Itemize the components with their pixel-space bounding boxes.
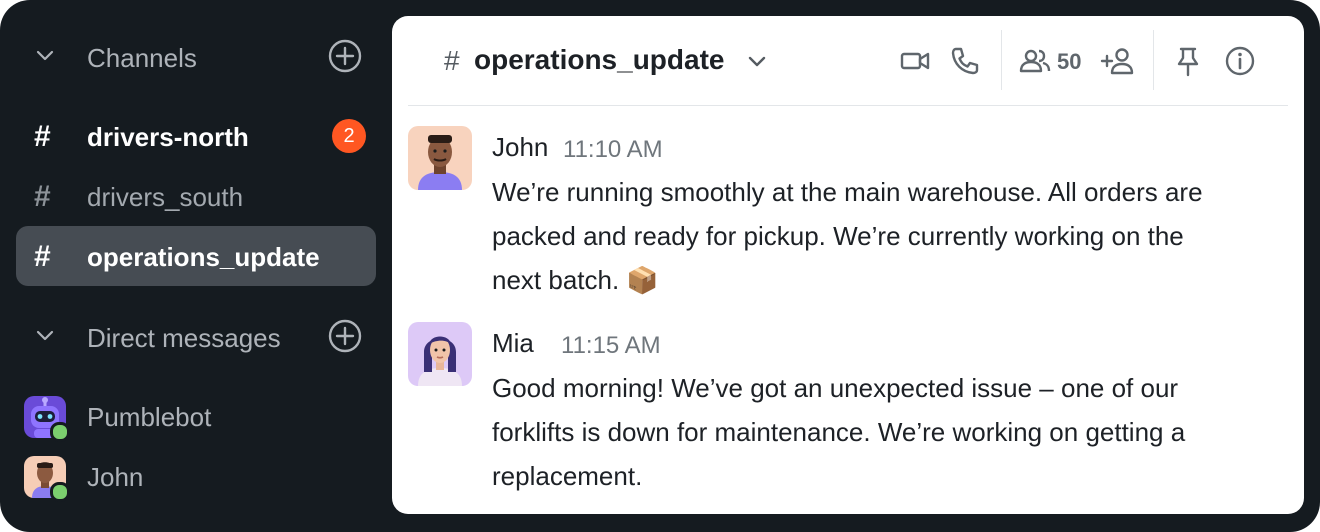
message-line: packed and ready for pickup. We’re curre… bbox=[492, 221, 1184, 251]
mia-avatar[interactable] bbox=[408, 322, 472, 386]
sidebar-dm-john[interactable]: John bbox=[24, 452, 384, 502]
message-item: John 11:10 AM We’re running smoothly at … bbox=[408, 126, 1288, 306]
channel-label: operations_update bbox=[87, 242, 320, 272]
channel-title[interactable]: operations_update bbox=[474, 44, 724, 76]
hash-icon: # bbox=[34, 240, 51, 273]
header-divider-line bbox=[408, 105, 1288, 106]
message-line: replacement. bbox=[492, 461, 643, 491]
phone-icon[interactable] bbox=[947, 43, 983, 79]
sidebar-channel-drivers-north[interactable]: # drivers-north 2 bbox=[16, 106, 376, 166]
message-text: Good morning! We’ve got an unexpected is… bbox=[492, 366, 1272, 498]
message-line: forklifts is down for maintenance. We’re… bbox=[492, 417, 1186, 447]
message-timestamp: 11:10 AM bbox=[563, 136, 663, 163]
member-count[interactable]: 50 bbox=[1057, 49, 1081, 75]
online-status-dot bbox=[50, 422, 70, 442]
info-icon[interactable] bbox=[1222, 43, 1258, 79]
john-avatar[interactable] bbox=[408, 126, 472, 190]
message-text: We’re running smoothly at the main wareh… bbox=[492, 170, 1272, 302]
app-window: Channels # drivers-north 2 # drivers_sou… bbox=[0, 0, 1320, 532]
video-icon[interactable] bbox=[897, 43, 933, 79]
header-divider bbox=[1153, 30, 1154, 90]
channel-label: drivers_south bbox=[87, 182, 244, 212]
channels-section-header[interactable]: Channels bbox=[0, 34, 392, 78]
message-line: next batch. 📦 bbox=[492, 265, 659, 295]
dm-label: Pumblebot bbox=[87, 402, 212, 432]
message-timestamp: 11:15 AM bbox=[561, 332, 661, 359]
message-item: Mia 11:15 AM Good morning! We’ve got an … bbox=[408, 322, 1288, 502]
channel-panel: # operations_update 50 John 11:10 AM We’… bbox=[392, 16, 1304, 514]
sidebar-dm-pumblebot[interactable]: Pumblebot bbox=[24, 392, 384, 442]
header-divider bbox=[1001, 30, 1002, 90]
add-member-icon[interactable] bbox=[1099, 43, 1135, 79]
message-author[interactable]: Mia bbox=[492, 328, 534, 359]
pin-icon[interactable] bbox=[1170, 43, 1206, 79]
hash-icon: # bbox=[34, 120, 51, 153]
channels-label: Channels bbox=[87, 43, 197, 73]
sidebar-channel-drivers-south[interactable]: # drivers_south bbox=[16, 166, 376, 226]
sidebar-channel-operations-update[interactable]: # operations_update bbox=[16, 226, 376, 286]
add-direct-message-icon[interactable] bbox=[328, 319, 362, 353]
add-channel-icon[interactable] bbox=[328, 39, 362, 73]
message-line: Good morning! We’ve got an unexpected is… bbox=[492, 373, 1179, 403]
channel-label: drivers-north bbox=[87, 122, 249, 152]
direct-messages-label: Direct messages bbox=[87, 323, 281, 353]
hash-icon: # bbox=[444, 45, 460, 76]
unread-badge: 2 bbox=[332, 119, 366, 153]
hash-icon: # bbox=[34, 180, 51, 213]
message-line: We’re running smoothly at the main wareh… bbox=[492, 177, 1203, 207]
online-status-dot bbox=[50, 482, 70, 502]
chevron-down-icon[interactable] bbox=[34, 327, 56, 345]
direct-messages-section-header[interactable]: Direct messages bbox=[0, 314, 392, 358]
chevron-down-icon[interactable] bbox=[746, 54, 768, 70]
channel-header: # operations_update 50 bbox=[392, 16, 1304, 105]
chevron-down-icon[interactable] bbox=[34, 47, 56, 65]
members-icon[interactable] bbox=[1017, 43, 1053, 79]
dm-label: John bbox=[87, 462, 144, 492]
sidebar: Channels # drivers-north 2 # drivers_sou… bbox=[0, 0, 392, 532]
message-author[interactable]: John bbox=[492, 132, 548, 163]
